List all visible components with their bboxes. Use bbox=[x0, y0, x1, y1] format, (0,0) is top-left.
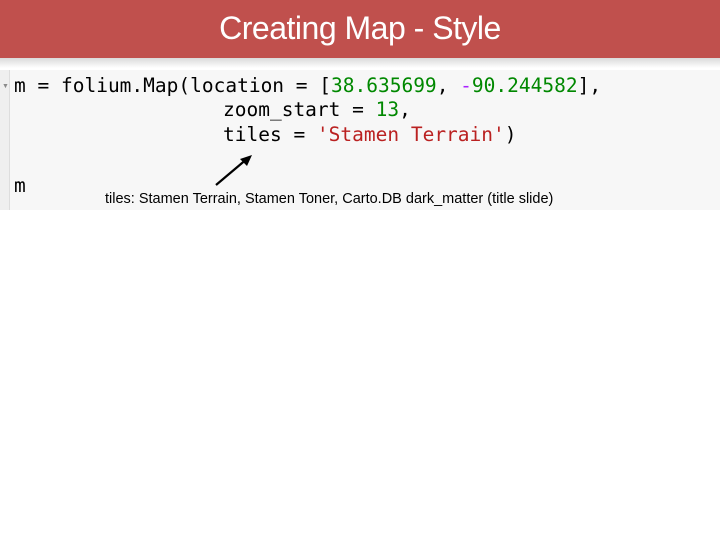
code-token-tiles-tail: ) bbox=[504, 123, 517, 146]
code-line-4: m bbox=[14, 174, 26, 198]
tiles-caption: tiles: Stamen Terrain, Stamen Toner, Car… bbox=[105, 191, 554, 207]
code-line-1: m = folium.Map(location = [38.635699, -9… bbox=[14, 74, 601, 98]
notebook-code-cell-area: ▼ m = folium.Map(location = [38.635699, … bbox=[0, 70, 720, 210]
code-token-lon: 90.244582 bbox=[471, 74, 578, 97]
code-token-lat: 38.635699 bbox=[331, 74, 437, 97]
code-cell[interactable]: m = folium.Map(location = [38.635699, -9… bbox=[10, 70, 720, 210]
code-line-2: zoom_start = 13, bbox=[223, 98, 411, 122]
code-token-zoom-value: 13 bbox=[375, 98, 400, 121]
code-token-tiles-value: 'Stamen Terrain' bbox=[316, 123, 505, 146]
code-token-bracket-open: [ bbox=[319, 74, 332, 97]
slide-title-bar: Creating Map - Style bbox=[0, 0, 720, 58]
title-shadow-divider bbox=[0, 58, 720, 68]
code-line-3: tiles = 'Stamen Terrain') bbox=[223, 123, 517, 147]
annotation-arrow-icon bbox=[215, 155, 252, 186]
code-token-tiles: tiles = bbox=[223, 123, 317, 146]
code-token-minus: - bbox=[460, 74, 472, 97]
code-token-eq: = bbox=[25, 74, 61, 97]
code-token-var: m bbox=[14, 74, 26, 97]
code-token-bracket-close: ], bbox=[577, 74, 602, 97]
code-token-call: folium.Map(location = bbox=[60, 74, 320, 97]
code-token-m: m bbox=[14, 174, 26, 197]
slide-title: Creating Map - Style bbox=[219, 10, 501, 46]
cell-gutter[interactable]: ▼ bbox=[0, 70, 10, 210]
code-token-comma: , bbox=[436, 74, 461, 97]
code-token-zoom: zoom_start = bbox=[223, 98, 376, 121]
collapse-triangle-icon[interactable]: ▼ bbox=[2, 83, 9, 90]
code-token-zoom-tail: , bbox=[399, 98, 411, 121]
